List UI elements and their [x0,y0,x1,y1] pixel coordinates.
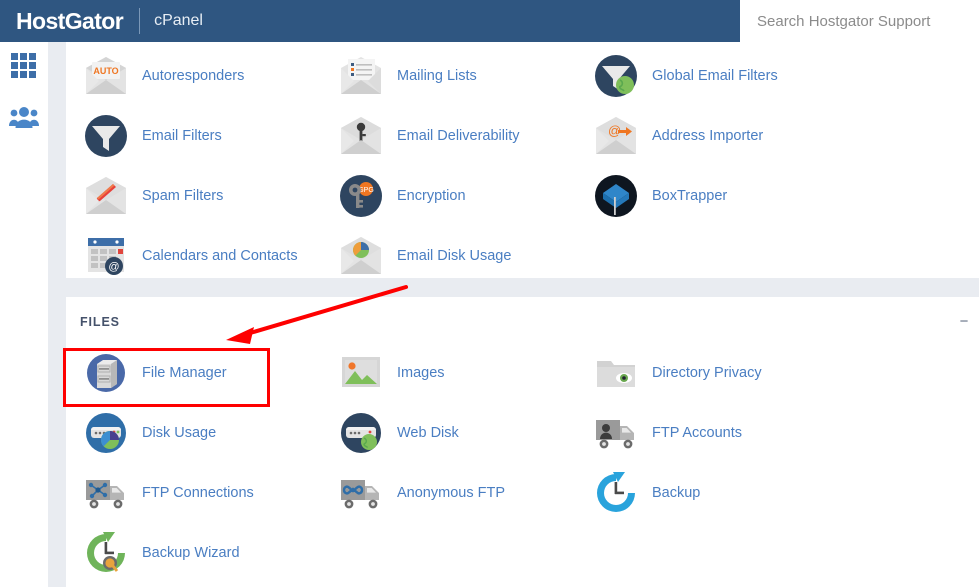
tile-label: File Manager [142,365,227,381]
tile-anonymous-ftp[interactable]: Anonymous FTP [329,463,584,523]
collapse-toggle-icon[interactable]: − [958,314,970,329]
ftp-accounts-icon [590,407,642,459]
product-name: cPanel [154,12,203,29]
tile-boxtrapper[interactable]: BoxTrapper [584,166,839,226]
tile-email-filters[interactable]: Email Filters [74,106,329,166]
email-items-grid: AUTO Autoresponders Mailing Lists Global… [66,42,979,286]
email-disk-usage-icon [335,230,387,282]
support-search-box[interactable] [740,0,979,42]
tile-label: Backup Wizard [142,545,240,561]
mailing-lists-icon [335,50,387,102]
svg-text:@: @ [108,261,119,273]
tile-label: Anonymous FTP [397,485,505,501]
tile-autoresponders[interactable]: AUTO Autoresponders [74,46,329,106]
encryption-icon: GPG [335,170,387,222]
search-input[interactable] [755,11,970,31]
apps-grid-icon [10,52,38,85]
tile-label: Email Filters [142,128,222,144]
files-section-panel: FILES − File Manager Images Directory Pr… [66,297,979,587]
email-filters-icon [80,110,132,162]
brand-logo[interactable]: HostGator cPanel [0,0,203,42]
svg-text:AUTO: AUTO [93,66,118,76]
tile-label: Address Importer [652,128,764,144]
global-email-filters-icon [590,50,642,102]
tile-label: Web Disk [397,425,459,441]
ftp-connections-icon [80,467,132,519]
tile-email-disk-usage[interactable]: Email Disk Usage [329,226,584,286]
tile-encryption[interactable]: GPG Encryption [329,166,584,226]
tile-mailing-lists[interactable]: Mailing Lists [329,46,584,106]
tile-calendars-and-contacts[interactable]: @ Calendars and Contacts [74,226,329,286]
backup-icon [590,467,642,519]
tile-email-deliverability[interactable]: Email Deliverability [329,106,584,166]
address-importer-icon: @ [590,110,642,162]
tile-label: Calendars and Contacts [142,248,298,264]
tile-disk-usage[interactable]: Disk Usage [74,403,329,463]
directory-privacy-icon [590,347,642,399]
tile-backup[interactable]: Backup [584,463,839,523]
files-items-grid: File Manager Images Directory Privacy Di… [66,329,979,583]
tile-file-manager[interactable]: File Manager [74,343,329,403]
tile-backup-wizard[interactable]: Backup Wizard [74,523,329,583]
disk-usage-icon [80,407,132,459]
images-icon [335,347,387,399]
tile-spam-filters[interactable]: Spam Filters [74,166,329,226]
users-icon [9,105,39,136]
tile-images[interactable]: Images [329,343,584,403]
tile-label: Spam Filters [142,188,224,204]
web-disk-icon [335,407,387,459]
tile-directory-privacy[interactable]: Directory Privacy [584,343,839,403]
autoresponders-icon: AUTO [80,50,132,102]
cpanel-page: HostGator cPanel Search Hostgator Suppor… [0,0,979,587]
file-manager-icon [80,347,132,399]
tile-label: Global Email Filters [652,68,778,84]
left-sidebar [0,42,48,587]
tile-ftp-accounts[interactable]: FTP Accounts [584,403,839,463]
sidebar-item-apps[interactable] [0,42,48,94]
tile-label: FTP Accounts [652,425,742,441]
anonymous-ftp-icon [335,467,387,519]
tile-label: Autoresponders [142,68,245,84]
tile-label: Backup [652,485,701,501]
tile-label: Directory Privacy [652,365,762,381]
tile-address-importer[interactable]: @ Address Importer [584,106,839,166]
top-header-bar: HostGator cPanel [0,0,979,42]
tile-global-email-filters[interactable]: Global Email Filters [584,46,839,106]
tile-web-disk[interactable]: Web Disk [329,403,584,463]
spam-filters-icon [80,170,132,222]
brand-name: HostGator [16,7,124,34]
tile-ftp-connections[interactable]: FTP Connections [74,463,329,523]
tile-label: Images [397,365,445,381]
calendars-contacts-icon: @ [80,230,132,282]
tile-label: Encryption [397,188,466,204]
backup-wizard-icon [80,527,132,579]
files-section-title: FILES [80,315,120,329]
sidebar-item-users[interactable] [0,94,48,146]
email-section-panel: AUTO Autoresponders Mailing Lists Global… [66,42,979,278]
tile-label: FTP Connections [142,485,254,501]
tile-label: BoxTrapper [652,188,728,204]
brand-divider [139,8,141,34]
tile-label: Email Disk Usage [397,248,512,264]
tile-label: Mailing Lists [397,68,477,84]
tile-label: Disk Usage [142,425,217,441]
email-deliverability-icon [335,110,387,162]
boxtrapper-icon [590,170,642,222]
tile-label: Email Deliverability [397,128,520,144]
